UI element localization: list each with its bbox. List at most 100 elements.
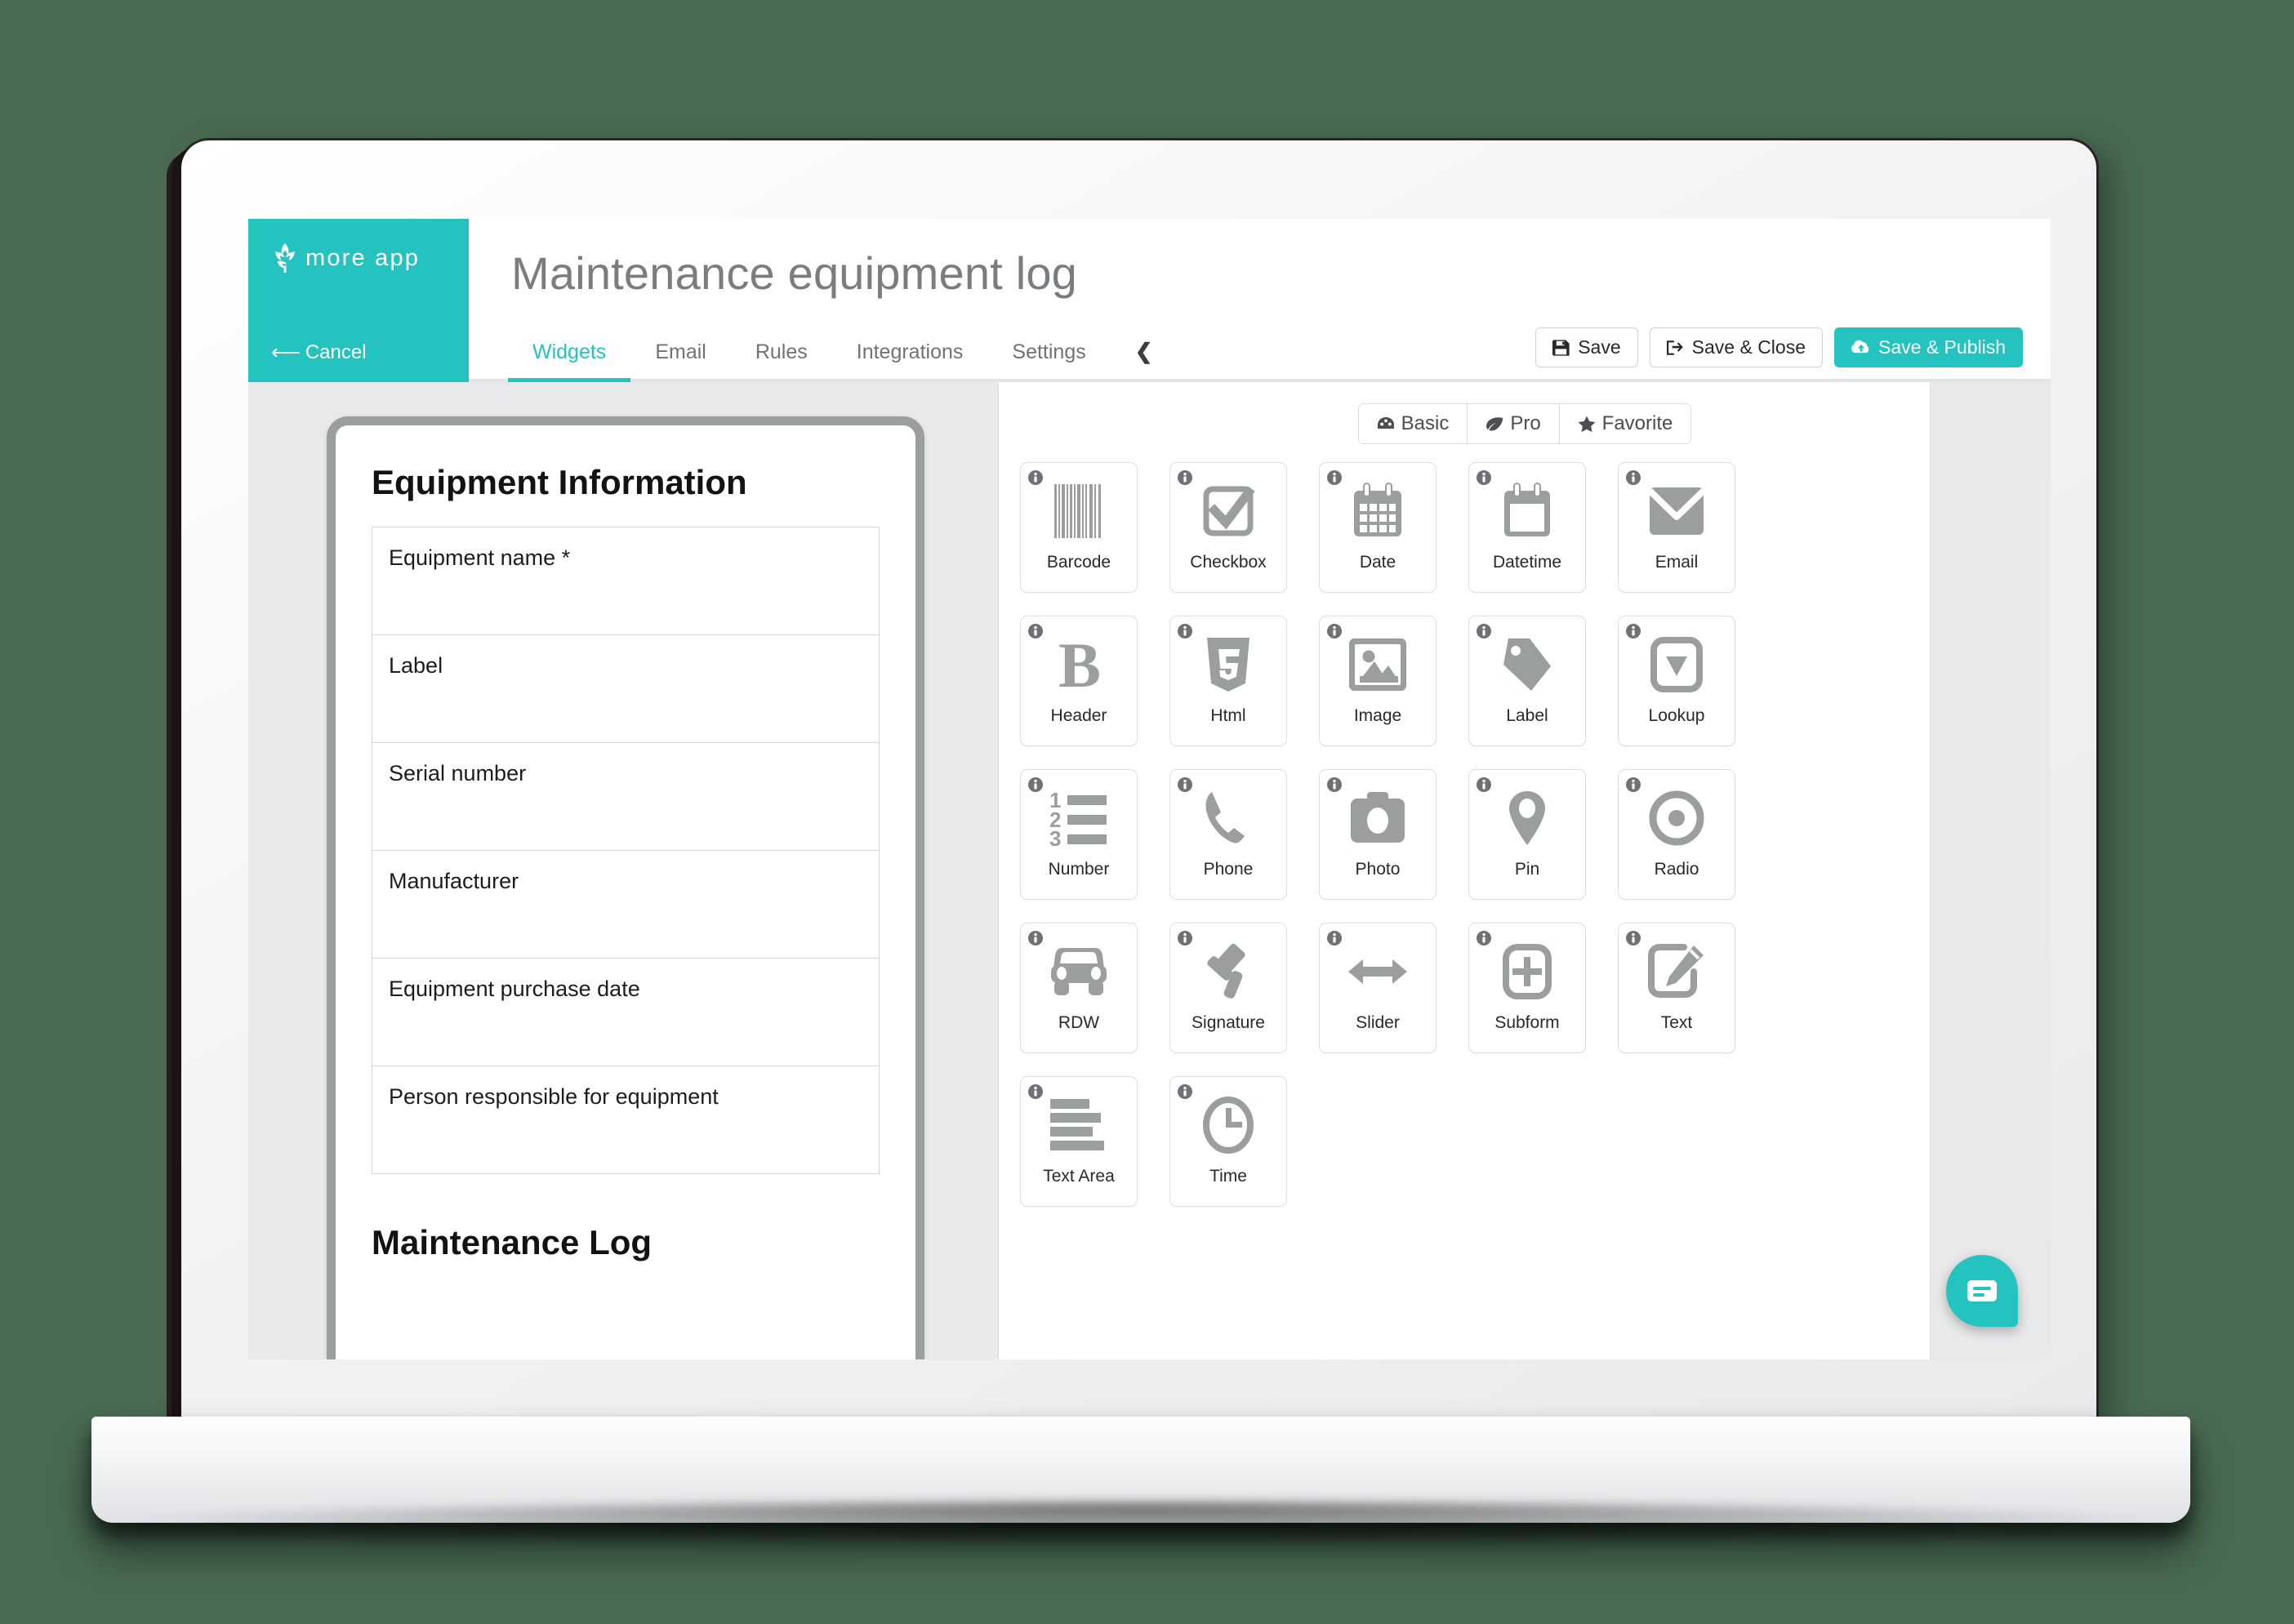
form-field-person-responsible[interactable]: Person responsible for equipment	[372, 1066, 879, 1174]
widget-card-rdw[interactable]: RDW	[1020, 923, 1138, 1053]
tab-widgets[interactable]: Widgets	[508, 340, 631, 382]
app-root: more app ⟵ Cancel Maintenance equipment …	[248, 219, 2051, 1359]
info-circle-icon[interactable]	[1625, 930, 1641, 946]
widget-card-image[interactable]: Image	[1319, 616, 1437, 746]
filter-pro-button[interactable]: Pro	[1468, 404, 1560, 443]
leaf-icon	[1486, 416, 1503, 432]
cancel-label: Cancel	[305, 341, 367, 363]
widget-card-email[interactable]: Email	[1618, 462, 1735, 593]
chat-bubble-icon	[1966, 1278, 1998, 1304]
tab-email[interactable]: Email	[630, 340, 731, 379]
info-circle-icon[interactable]	[1625, 623, 1641, 639]
form-field-equipment-name[interactable]: Equipment name *	[372, 527, 879, 635]
filter-basic-button[interactable]: Basic	[1358, 404, 1468, 443]
widget-label: Datetime	[1492, 553, 1562, 572]
info-circle-icon[interactable]	[1326, 623, 1343, 639]
save-and-close-label: Save & Close	[1691, 336, 1806, 358]
widget-catalogue-pane: Basic Pro Favorite Barcode Checkbox Date…	[998, 382, 2051, 1359]
floppy-disk-icon	[1552, 339, 1570, 357]
info-circle-icon[interactable]	[1177, 776, 1193, 793]
widget-card-label[interactable]: Label	[1468, 616, 1586, 746]
form-field-equipment-purchase-date[interactable]: Equipment purchase date	[372, 959, 879, 1066]
html5-shield-icon	[1205, 634, 1251, 695]
info-circle-icon[interactable]	[1326, 930, 1343, 946]
info-circle-icon[interactable]	[1625, 776, 1641, 793]
form-field-label: Label	[389, 653, 443, 678]
chat-support-button[interactable]	[1946, 1255, 2018, 1327]
header-actions: Save Save & Close Save & Publish	[1535, 327, 2023, 367]
widget-card-html[interactable]: Html	[1169, 616, 1287, 746]
info-circle-icon[interactable]	[1177, 930, 1193, 946]
clock-icon	[1202, 1095, 1254, 1155]
form-field-manufacturer[interactable]: Manufacturer	[372, 851, 879, 959]
info-circle-icon[interactable]	[1027, 776, 1044, 793]
widget-label: Lookup	[1648, 706, 1705, 725]
widget-card-phone[interactable]: Phone	[1169, 769, 1287, 900]
info-circle-icon[interactable]	[1476, 469, 1492, 486]
info-circle-icon[interactable]	[1177, 469, 1193, 486]
info-circle-icon[interactable]	[1476, 930, 1492, 946]
chevron-left-icon[interactable]: ❮	[1111, 339, 1168, 379]
section-title-equipment-information: Equipment Information	[372, 463, 747, 501]
widget-filter-group: Basic Pro Favorite	[999, 403, 2051, 444]
checkbox-icon	[1201, 481, 1255, 541]
widget-card-subform[interactable]: Subform	[1468, 923, 1586, 1053]
info-circle-icon[interactable]	[1177, 623, 1193, 639]
widget-label: Signature	[1192, 1013, 1265, 1032]
save-and-close-button[interactable]: Save & Close	[1649, 327, 1824, 367]
laptop-base-shadow	[73, 1502, 2213, 1551]
filter-favorite-button[interactable]: Favorite	[1559, 404, 1691, 443]
info-circle-icon[interactable]	[1476, 623, 1492, 639]
filter-pro-label: Pro	[1510, 412, 1541, 434]
widget-card-pin[interactable]: Pin	[1468, 769, 1586, 900]
widget-card-time[interactable]: Time	[1169, 1076, 1287, 1207]
calendar-icon	[1351, 481, 1405, 541]
save-and-publish-button[interactable]: Save & Publish	[1834, 327, 2023, 367]
widget-card-slider[interactable]: Slider	[1319, 923, 1437, 1053]
form-field-label: Person responsible for equipment	[389, 1084, 719, 1109]
section-title-maintenance-log: Maintenance Log	[372, 1223, 653, 1261]
widget-card-date[interactable]: Date	[1319, 462, 1437, 593]
info-circle-icon[interactable]	[1326, 776, 1343, 793]
widget-label: RDW	[1058, 1013, 1100, 1032]
widget-card-barcode[interactable]: Barcode	[1020, 462, 1138, 593]
cancel-button[interactable]: ⟵ Cancel	[271, 341, 367, 364]
widget-label: Image	[1353, 706, 1402, 725]
save-and-publish-label: Save & Publish	[1878, 336, 2006, 358]
info-circle-icon[interactable]	[1476, 776, 1492, 793]
widget-card-checkbox[interactable]: Checkbox	[1169, 462, 1287, 593]
widget-card-text[interactable]: Text	[1618, 923, 1735, 1053]
info-circle-icon[interactable]	[1177, 1083, 1193, 1100]
form-field-serial-number[interactable]: Serial number	[372, 743, 879, 851]
tab-integrations[interactable]: Integrations	[832, 340, 988, 379]
info-circle-icon[interactable]	[1027, 1083, 1044, 1100]
form-preview-pane: Equipment Information Equipment name * L…	[248, 382, 998, 1359]
info-circle-icon[interactable]	[1625, 469, 1641, 486]
widget-label: Barcode	[1046, 553, 1111, 572]
form-field-label: Manufacturer	[389, 869, 519, 893]
app-body: Equipment Information Equipment name * L…	[248, 382, 2051, 1359]
widget-card-photo[interactable]: Photo	[1319, 769, 1437, 900]
widget-card-radio[interactable]: Radio	[1618, 769, 1735, 900]
form-field-label: Serial number	[389, 761, 527, 785]
form-scroll-area[interactable]: Equipment Information Equipment name * L…	[336, 425, 915, 1359]
widget-card-number[interactable]: 123 Number	[1020, 769, 1138, 900]
info-circle-icon[interactable]	[1027, 930, 1044, 946]
widget-card-datetime[interactable]: Datetime	[1468, 462, 1586, 593]
gavel-icon	[1201, 941, 1255, 1002]
tab-settings[interactable]: Settings	[987, 340, 1110, 379]
picture-icon	[1349, 634, 1406, 695]
widget-card-lookup[interactable]: Lookup	[1618, 616, 1735, 746]
form-field-label-widget[interactable]: Label	[372, 635, 879, 743]
widget-card-signature[interactable]: Signature	[1169, 923, 1287, 1053]
bold-b-icon: B	[1055, 634, 1102, 695]
info-circle-icon[interactable]	[1027, 469, 1044, 486]
save-button[interactable]: Save	[1535, 327, 1638, 367]
tab-rules[interactable]: Rules	[731, 340, 832, 379]
info-circle-icon[interactable]	[1027, 623, 1044, 639]
widget-card-header[interactable]: B Header	[1020, 616, 1138, 746]
widget-card-text-area[interactable]: Text Area	[1020, 1076, 1138, 1207]
info-circle-icon[interactable]	[1326, 469, 1343, 486]
map-pin-icon	[1507, 788, 1548, 848]
widget-label: Email	[1655, 553, 1699, 572]
